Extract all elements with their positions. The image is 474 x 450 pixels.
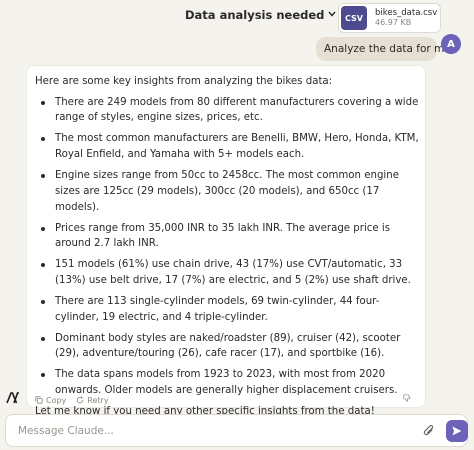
- bullet-icon: [41, 174, 45, 179]
- attachment-file-size: 46.97 KB: [375, 18, 412, 27]
- claude-logo-icon: [6, 392, 20, 404]
- insight-text: Prices range from 35,000 INR to 35 lakh …: [55, 222, 391, 250]
- copy-icon: [35, 396, 43, 404]
- insights-list: There are 249 models from 80 different m…: [35, 95, 423, 399]
- retry-icon: [77, 396, 84, 404]
- insight-item: The most common manufacturers are Benell…: [35, 131, 423, 162]
- conversation-title-dropdown[interactable]: Data analysis needed: [185, 8, 336, 22]
- bullet-icon: [41, 137, 45, 142]
- attachment-meta: bikes_data.csv 46.97 KB: [375, 8, 437, 28]
- user-message: Analyze the data for me.: [316, 37, 454, 61]
- bullet-icon: [41, 373, 45, 378]
- paperclip-icon: [423, 424, 434, 436]
- insight-text: The data spans models from 1923 to 2023,…: [55, 369, 398, 397]
- insight-text: There are 249 models from 80 different m…: [55, 96, 419, 124]
- user-message-text: Analyze the data for me.: [324, 43, 455, 55]
- assistant-intro: Here are some key insights from analyzin…: [35, 76, 333, 87]
- retry-button[interactable]: Retry: [76, 395, 109, 405]
- chevron-down-icon: [328, 10, 336, 20]
- bullet-icon: [41, 100, 45, 105]
- bullet-icon: [41, 226, 45, 231]
- send-button[interactable]: [446, 420, 468, 442]
- bullet-icon: [41, 336, 45, 341]
- insight-item: Dominant body styles are naked/roadster …: [35, 331, 423, 362]
- insight-text: 151 models (61%) use chain drive, 43 (17…: [55, 259, 411, 286]
- insight-item: There are 249 models from 80 different m…: [35, 95, 423, 126]
- insight-item: There are 113 single-cylinder models, 69…: [35, 294, 423, 325]
- csv-file-icon: CSV: [341, 6, 367, 30]
- thumbs-down-icon: [403, 394, 411, 402]
- bullet-icon: [41, 299, 45, 304]
- message-input[interactable]: [18, 423, 398, 439]
- attach-button[interactable]: [419, 421, 439, 441]
- assistant-message: Here are some key insights from analyzin…: [26, 65, 426, 417]
- send-arrow-icon: [452, 426, 462, 436]
- insight-text: The most common manufacturers are Benell…: [55, 133, 419, 161]
- copy-button[interactable]: Copy: [35, 396, 66, 405]
- conversation-title: Data analysis needed: [185, 8, 325, 22]
- bullet-icon: [41, 263, 45, 268]
- insight-item: 151 models (61%) use chain drive, 43 (17…: [35, 257, 423, 288]
- message-composer: [5, 414, 468, 447]
- assistant-message-body: Here are some key insights from analyzin…: [35, 74, 423, 420]
- thumbs-down-button[interactable]: [403, 394, 411, 402]
- message-actions: Copy Retry: [35, 394, 421, 406]
- insight-text: Engine sizes range from 50cc to 2458cc. …: [55, 170, 399, 213]
- insight-text: There are 113 single-cylinder models, 69…: [55, 295, 380, 323]
- retry-label: Retry: [87, 395, 109, 405]
- copy-label: Copy: [46, 395, 67, 405]
- insight-item: Prices range from 35,000 INR to 35 lakh …: [35, 221, 423, 252]
- insight-text: Dominant body styles are naked/roadster …: [55, 332, 401, 360]
- insight-item: Engine sizes range from 50cc to 2458cc. …: [35, 168, 423, 215]
- attachment-file-name: bikes_data.csv: [375, 8, 438, 18]
- user-avatar[interactable]: A: [441, 34, 461, 54]
- attachment-card[interactable]: CSV bikes_data.csv 46.97 KB: [338, 3, 441, 33]
